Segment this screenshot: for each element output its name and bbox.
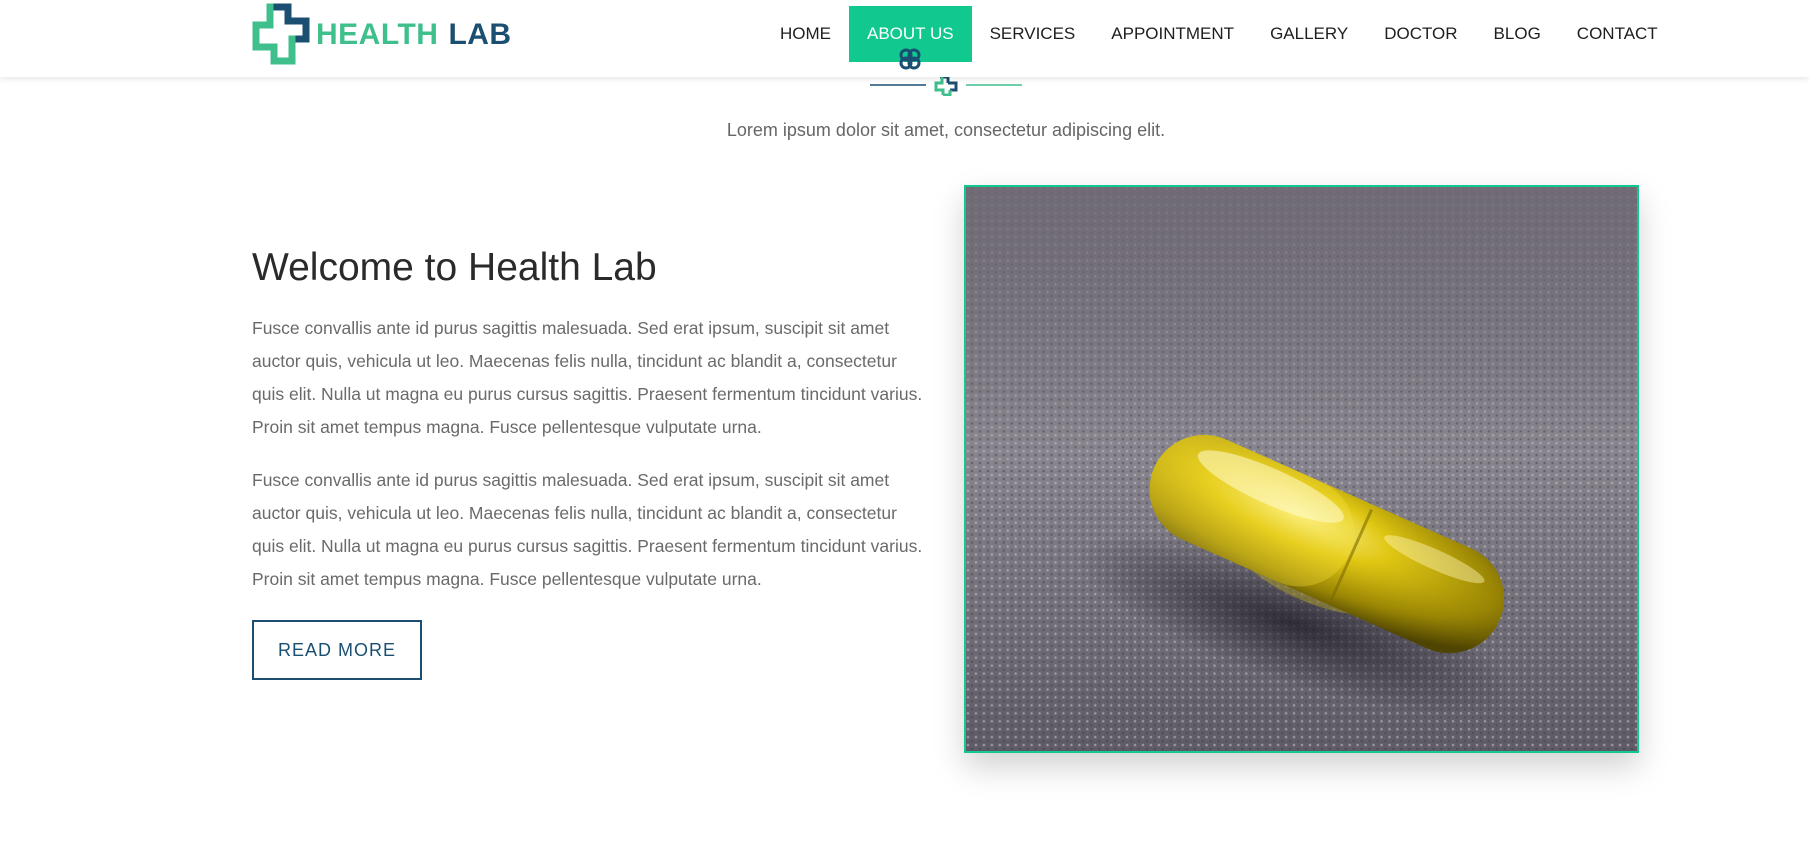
active-cross-icon <box>899 48 921 70</box>
nav-item-label: ABOUT US <box>867 24 954 43</box>
about-title: Welcome to Health Lab <box>252 246 657 289</box>
nav-item-contact[interactable]: CONTACT <box>1559 6 1676 62</box>
about-content: Welcome to Health Lab Fusce convallis an… <box>252 245 932 680</box>
logo-text: HEALTH LAB <box>316 18 512 52</box>
about-image-frame <box>964 185 1639 753</box>
site-header: HEALTH LAB HOME ABOUT US SERVICES APPOINT… <box>0 0 1809 77</box>
nav-item-doctor[interactable]: DOCTOR <box>1366 6 1475 62</box>
capsule-photo <box>966 187 1637 751</box>
main-nav: HOME ABOUT US SERVICES APPOINTMENT GALLE… <box>762 6 1676 70</box>
logo-word-lab: LAB <box>448 18 512 51</box>
section-divider-icon <box>870 75 1022 96</box>
nav-item-gallery[interactable]: GALLERY <box>1252 6 1366 62</box>
nav-item-blog[interactable]: BLOG <box>1476 6 1559 62</box>
nav-item-services[interactable]: SERVICES <box>972 6 1094 62</box>
about-paragraph-1: Fusce convallis ante id purus sagittis m… <box>252 317 923 437</box>
cross-logo-icon <box>252 3 310 65</box>
nav-item-appointment[interactable]: APPOINTMENT <box>1093 6 1252 62</box>
about-paragraph-2: Fusce convallis ante id purus sagittis m… <box>252 469 923 589</box>
logo-word-health: HEALTH <box>316 18 439 51</box>
read-more-button[interactable]: READ MORE <box>252 619 423 680</box>
nav-item-home[interactable]: HOME <box>762 6 849 62</box>
section-subtitle: Lorem ipsum dolor sit amet, consectetur … <box>726 120 1166 140</box>
nav-item-about-us[interactable]: ABOUT US <box>849 6 972 70</box>
site-logo[interactable]: HEALTH LAB <box>250 2 512 68</box>
